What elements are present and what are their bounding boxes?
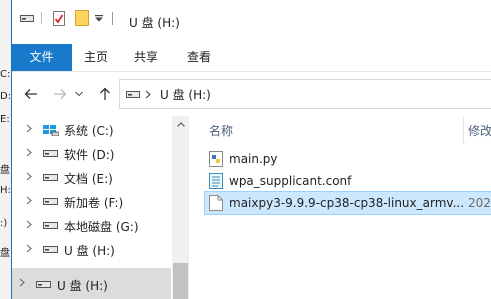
navigation-pane: 系统 (C:) 软件 (D:) 文档 (E:) 新加卷 (F:) 本地磁盘 (G… xyxy=(11,116,189,299)
drive-icon[interactable] xyxy=(19,10,35,26)
column-divider[interactable] xyxy=(463,116,464,144)
background-text: H: xyxy=(0,185,11,196)
column-header-modified[interactable]: 修改 xyxy=(468,122,491,139)
drive-icon xyxy=(43,198,58,205)
drive-icon xyxy=(43,150,58,157)
nav-item-label: 文档 (E:) xyxy=(64,172,113,186)
chevron-right-icon[interactable] xyxy=(26,220,32,229)
column-header-name[interactable]: 名称 xyxy=(209,122,233,139)
windows-drive-icon xyxy=(43,125,59,136)
file-row[interactable]: main.py xyxy=(205,148,491,170)
window-title: U 盘 (H:) xyxy=(129,16,180,30)
file-icon xyxy=(209,195,223,211)
address-path[interactable]: U 盘 (H:) xyxy=(160,86,211,103)
file-name: wpa_supplicant.conf xyxy=(229,174,352,188)
chevron-right-icon[interactable] xyxy=(145,89,151,102)
nav-item-label: 本地磁盘 (G:) xyxy=(64,220,139,234)
scroll-up-icon[interactable] xyxy=(172,116,189,133)
drive-icon xyxy=(43,246,58,253)
ribbon-tabs: 文件 主页 共享 查看 xyxy=(11,44,491,72)
tab-share[interactable]: 共享 xyxy=(122,44,170,71)
file-date: 202 xyxy=(468,196,491,210)
nav-item-label: 软件 (D:) xyxy=(64,148,115,162)
new-folder-icon[interactable] xyxy=(73,10,91,26)
tab-home[interactable]: 主页 xyxy=(72,44,120,71)
nav-item-c[interactable]: 系统 (C:) xyxy=(11,118,186,142)
properties-icon[interactable] xyxy=(51,10,67,26)
background-text: :) xyxy=(0,218,8,229)
nav-item-g[interactable]: 本地磁盘 (G:) xyxy=(11,214,186,238)
up-button[interactable] xyxy=(96,85,114,103)
file-name: main.py xyxy=(229,152,278,166)
chevron-right-icon[interactable] xyxy=(26,124,32,133)
nav-item-label: 系统 (C:) xyxy=(64,124,114,138)
file-row[interactable]: wpa_supplicant.conf xyxy=(205,170,491,192)
nav-scrollbar[interactable] xyxy=(172,116,189,299)
customize-dropdown-icon[interactable] xyxy=(94,10,104,26)
nav-item-label: U 盘 (H:) xyxy=(64,244,115,258)
nav-item-label: 新加卷 (F:) xyxy=(64,196,124,210)
nav-item-f[interactable]: 新加卷 (F:) xyxy=(11,190,186,214)
background-text: 盘 xyxy=(0,165,10,176)
recent-locations-dropdown[interactable] xyxy=(74,85,84,103)
scroll-thumb[interactable] xyxy=(173,263,188,299)
background-text: C: xyxy=(0,69,11,80)
drive-icon xyxy=(126,89,140,102)
file-name: maixpy3-9.9.9-cp38-cp38-linux_armv... xyxy=(229,196,465,210)
nav-item-label: U 盘 (H:) xyxy=(57,279,108,293)
navigation-bar: U 盘 (H:) xyxy=(11,72,491,116)
text-file-icon xyxy=(209,173,223,189)
separator xyxy=(41,12,42,24)
drive-icon xyxy=(43,174,58,181)
back-button[interactable] xyxy=(22,85,40,103)
tab-file[interactable]: 文件 xyxy=(11,44,72,71)
tab-view[interactable]: 查看 xyxy=(175,44,223,71)
python-file-icon xyxy=(209,151,223,167)
nav-item-d[interactable]: 软件 (D:) xyxy=(11,142,186,166)
chevron-right-icon[interactable] xyxy=(26,244,32,253)
chevron-right-icon[interactable] xyxy=(26,196,32,205)
chevron-right-icon[interactable] xyxy=(19,278,25,287)
address-bar[interactable]: U 盘 (H:) xyxy=(119,79,491,109)
chevron-right-icon[interactable] xyxy=(26,172,32,181)
explorer-window: U 盘 (H:) 文件 主页 共享 查看 U 盘 (H:) 系统 (C:) 软件… xyxy=(11,0,491,299)
title-bar: U 盘 (H:) xyxy=(11,0,491,44)
file-row-selected[interactable]: maixpy3-9.9.9-cp38-cp38-linux_armv... 20… xyxy=(204,191,491,215)
drive-icon xyxy=(43,222,58,229)
nav-item-e[interactable]: 文档 (E:) xyxy=(11,166,186,190)
nav-item-h-root[interactable]: U 盘 (H:) xyxy=(11,268,171,299)
separator xyxy=(112,12,113,25)
background-text: D: xyxy=(0,91,12,102)
forward-button[interactable] xyxy=(51,85,69,103)
drive-icon xyxy=(36,281,51,288)
file-list: 名称 修改 main.py wpa_supplicant.conf maixpy… xyxy=(189,116,491,299)
background-text: 盘 xyxy=(0,248,10,259)
nav-item-h[interactable]: U 盘 (H:) xyxy=(11,238,186,262)
chevron-right-icon[interactable] xyxy=(26,148,32,157)
